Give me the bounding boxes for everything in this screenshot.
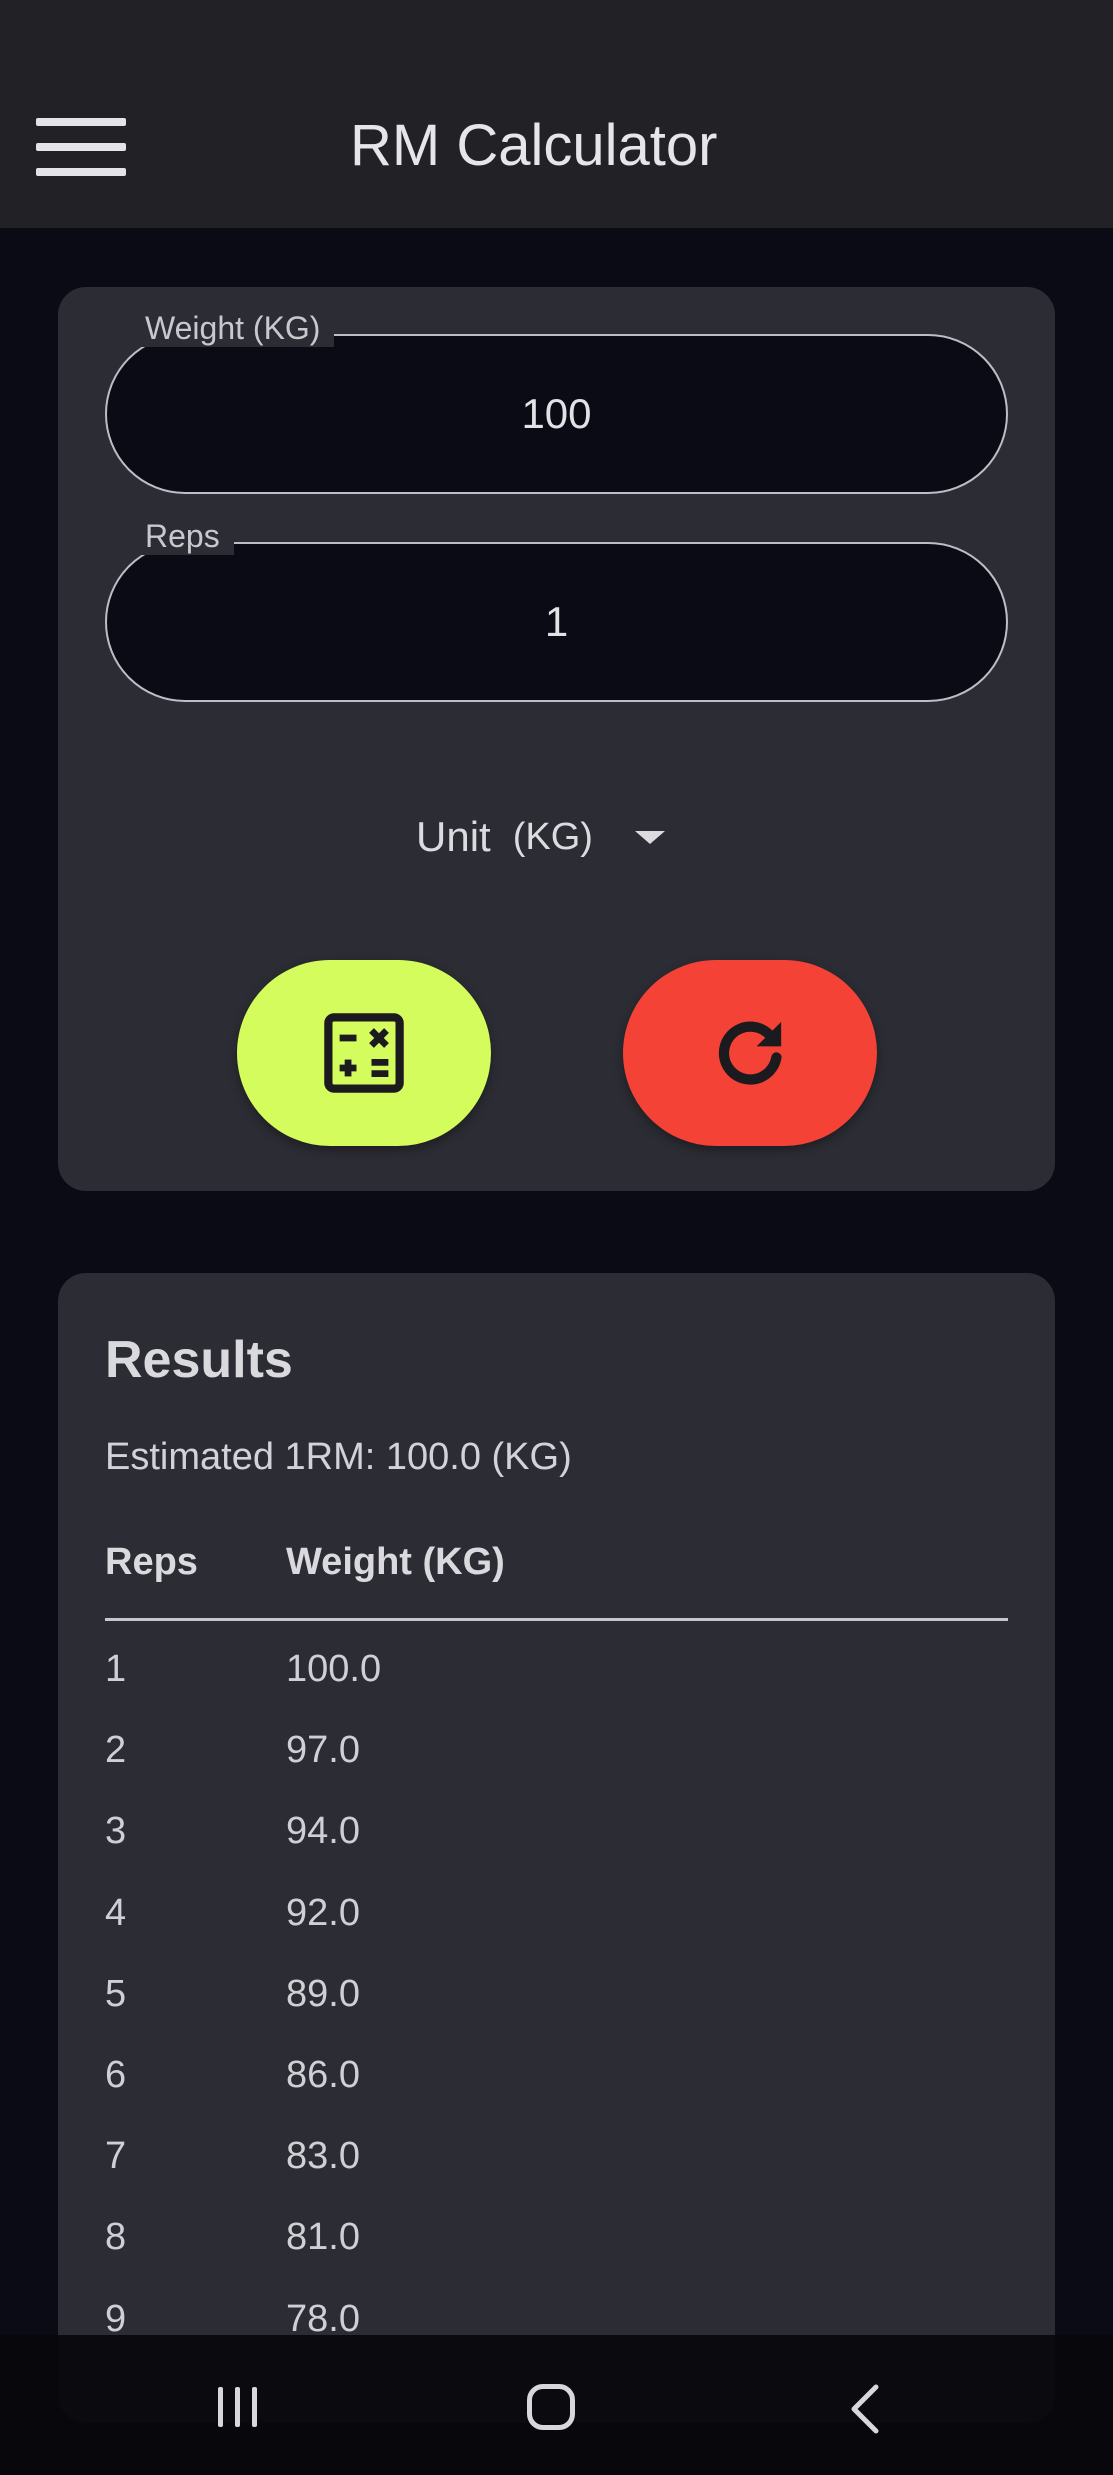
results-table-header: Reps Weight (KG)	[105, 1541, 1008, 1621]
reps-field[interactable]: Reps	[105, 518, 1008, 702]
reps-cell: 2	[105, 1729, 127, 1772]
column-header-reps: Reps	[105, 1541, 198, 1583]
weight-field-label: Weight (KG)	[131, 310, 335, 347]
system-nav-bar	[0, 2335, 1113, 2475]
table-row: 7 83.0	[105, 2135, 1008, 2216]
dropdown-caret-icon	[634, 830, 665, 844]
unit-dropdown[interactable]: Unit (KG)	[416, 805, 665, 869]
weight-input[interactable]	[107, 336, 1006, 492]
column-header-weight: Weight (KG)	[286, 1541, 505, 1583]
unit-label: Unit	[416, 813, 491, 860]
table-row: 6 86.0	[105, 2054, 1008, 2135]
reps-cell: 6	[105, 2053, 127, 2096]
reps-field-label: Reps	[131, 518, 234, 555]
weight-cell: 97.0	[286, 1729, 360, 1772]
reps-cell: 3	[105, 1810, 127, 1853]
refresh-icon	[718, 1021, 782, 1085]
weight-cell: 86.0	[286, 2053, 360, 2096]
results-title: Results	[105, 1331, 293, 1389]
recents-icon[interactable]	[218, 2387, 257, 2427]
reps-cell: 5	[105, 1972, 127, 2015]
estimated-1rm: Estimated 1RM: 100.0 (KG)	[105, 1436, 572, 1478]
weight-field[interactable]: Weight (KG)	[105, 310, 1008, 494]
table-row: 2 97.0	[105, 1729, 1008, 1810]
reps-cell: 7	[105, 2135, 127, 2178]
home-icon[interactable]	[527, 2384, 575, 2430]
table-row: 4 92.0	[105, 1892, 1008, 1973]
table-row: 1 100.0	[105, 1648, 1008, 1729]
table-row: 3 94.0	[105, 1810, 1008, 1891]
weight-cell: 81.0	[286, 2216, 360, 2259]
reps-cell: 1	[105, 1648, 127, 1690]
results-table-body: 1 100.0 2 97.0 3 94.0 4 92.0 5 89.0 6 86.0 7 83.0 8 81.…	[105, 1648, 1008, 2379]
input-card: Weight (KG) Reps Unit (KG)	[58, 287, 1055, 1191]
weight-cell: 89.0	[286, 1972, 360, 2015]
hamburger-menu-icon[interactable]	[36, 118, 126, 176]
unit-value: (KG)	[512, 815, 593, 858]
weight-cell: 92.0	[286, 1891, 360, 1934]
weight-cell: 100.0	[286, 1648, 382, 1690]
table-row: 5 89.0	[105, 1973, 1008, 2054]
app-title: RM Calculator	[350, 113, 718, 178]
table-row: 8 81.0	[105, 2216, 1008, 2297]
reps-input[interactable]	[107, 544, 1006, 700]
back-icon[interactable]	[848, 2383, 882, 2440]
results-card: Results Estimated 1RM: 100.0 (KG) Reps W…	[58, 1273, 1055, 2423]
calculator-icon	[324, 1013, 404, 1093]
app-bar: RM Calculator	[0, 0, 1113, 228]
reps-cell: 8	[105, 2216, 127, 2259]
weight-cell: 94.0	[286, 1810, 360, 1853]
reps-cell: 4	[105, 1891, 127, 1934]
calculate-button[interactable]	[237, 960, 491, 1146]
weight-cell: 83.0	[286, 2135, 360, 2178]
reset-button[interactable]	[623, 960, 877, 1146]
